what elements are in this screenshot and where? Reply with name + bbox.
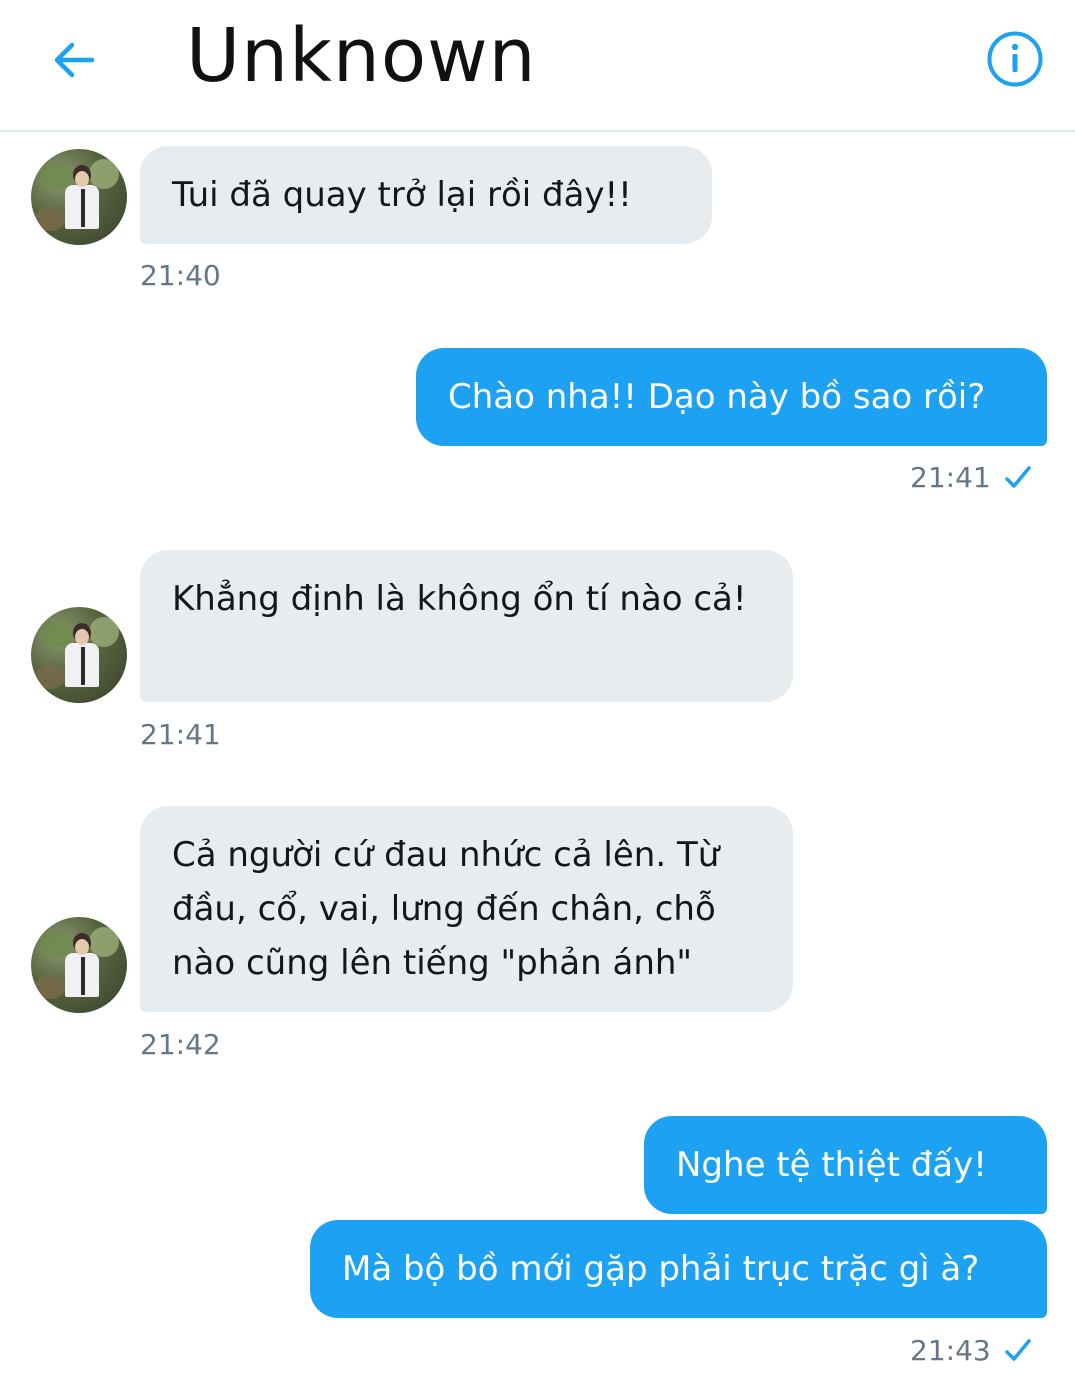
info-circle-icon: [987, 31, 1043, 87]
conversation-header: Unknown: [0, 0, 1075, 132]
message-meta: 21:43: [910, 1333, 1033, 1369]
avatar[interactable]: [31, 917, 127, 1013]
back-button[interactable]: [46, 32, 102, 88]
message-timestamp: 21:41: [140, 718, 221, 751]
message-meta: 21:41: [910, 460, 1033, 496]
message-bubble-incoming[interactable]: Tui đã quay trở lại rồi đây!!: [140, 146, 712, 244]
message-bubble-incoming[interactable]: Cả người cứ đau nhức cả lên. Từ đầu, cổ,…: [140, 806, 793, 1012]
message-timestamp: 21:40: [140, 259, 221, 292]
conversation-title: Unknown: [186, 13, 537, 99]
message-bubble-outgoing[interactable]: Nghe tệ thiệt đấy!: [644, 1116, 1047, 1214]
avatar[interactable]: [31, 607, 127, 703]
message-bubble-incoming[interactable]: Khẳng định là không ổn tí nào cả!: [140, 550, 793, 702]
check-icon: [1004, 466, 1031, 488]
message-bubble-outgoing[interactable]: Chào nha!! Dạo này bồ sao rồi?: [416, 348, 1047, 446]
arrow-left-icon: [54, 42, 95, 78]
check-icon: [1004, 1339, 1031, 1361]
message-timestamp: 21:41: [910, 461, 991, 494]
message-timestamp: 21:42: [140, 1028, 221, 1061]
avatar[interactable]: [31, 149, 127, 245]
message-bubble-outgoing[interactable]: Mà bộ bồ mới gặp phải trục trặc gì à?: [310, 1220, 1047, 1318]
info-button[interactable]: [986, 30, 1044, 88]
dm-conversation-screen: Unknown Tui đã quay trở lại rồi đây!! 21…: [0, 0, 1075, 1399]
message-timestamp: 21:43: [910, 1334, 991, 1367]
